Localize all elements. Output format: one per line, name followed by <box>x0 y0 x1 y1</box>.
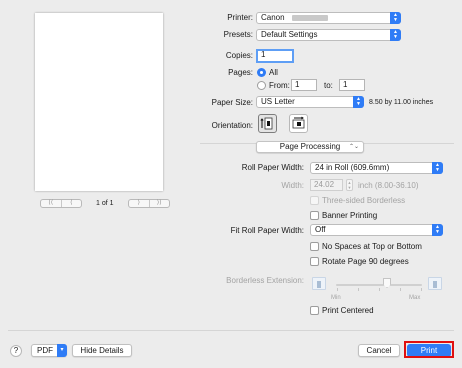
borderless-extension-slider[interactable] <box>336 284 422 286</box>
borderless-max-icon <box>428 277 442 290</box>
banner-printing-label: Banner Printing <box>322 211 378 220</box>
roll-paper-width-select[interactable]: 24 in Roll (609.6mm) ▲ ▼ <box>310 162 443 174</box>
fit-roll-paper-width-select[interactable]: Off ▲ ▼ <box>310 224 443 236</box>
width-label: Width: <box>281 181 304 190</box>
fit-roll-paper-width-value: Off <box>315 225 326 234</box>
rotate-page-checkbox[interactable] <box>310 257 319 266</box>
copies-label: Copies: <box>225 51 253 60</box>
pages-to-label: to: <box>324 81 333 90</box>
footer-divider <box>8 330 454 331</box>
hide-details-button[interactable]: Hide Details <box>72 344 132 357</box>
printer-value: Canon <box>261 13 285 22</box>
slider-thumb[interactable] <box>383 278 391 288</box>
borderless-extension-label: Borderless Extension: <box>226 276 304 285</box>
prev-page-button[interactable]: ⟨ <box>60 200 82 207</box>
section-select[interactable]: Page Processing ⌃⌄ <box>256 141 364 153</box>
pdf-label: PDF <box>37 346 53 355</box>
slider-min-label: Min <box>331 295 341 301</box>
presets-value: Default Settings <box>261 30 318 39</box>
pages-from-label: From: <box>269 81 290 90</box>
no-spaces-checkbox[interactable] <box>310 242 319 251</box>
next-last-page-buttons[interactable]: ⟩ ⟩⟩ <box>128 199 170 208</box>
first-page-button[interactable]: ⟨⟨ <box>41 200 61 207</box>
pages-all-radio[interactable] <box>257 68 266 77</box>
banner-printing-checkbox[interactable] <box>310 211 319 220</box>
chevron-down-icon: ⌃⌄ <box>348 144 359 150</box>
paper-size-select[interactable]: US Letter ▲ ▼ <box>256 96 364 108</box>
paper-dimensions: 8.50 by 11.00 inches <box>369 99 434 106</box>
updown-arrows-icon: ▲ ▼ <box>432 162 443 174</box>
pages-to-field[interactable]: 1 <box>339 79 365 91</box>
last-page-button[interactable]: ⟩⟩ <box>148 200 170 207</box>
highlight-box <box>404 341 454 358</box>
updown-arrows-icon: ▲ ▼ <box>353 96 364 108</box>
print-centered-label: Print Centered <box>322 306 374 315</box>
borderless-min-icon <box>312 277 326 290</box>
orientation-label: Orientation: <box>211 121 253 130</box>
three-sided-borderless-checkbox[interactable] <box>310 196 319 205</box>
roll-paper-width-value: 24 in Roll (609.6mm) <box>315 163 390 172</box>
page-preview <box>35 13 163 191</box>
first-prev-page-buttons[interactable]: ⟨⟨ ⟨ <box>40 199 82 208</box>
no-spaces-label: No Spaces at Top or Bottom <box>322 242 422 251</box>
redacted-printer-model <box>292 15 328 21</box>
pages-from-field[interactable]: 1 <box>291 79 317 91</box>
slider-max-label: Max <box>409 295 421 301</box>
copies-field[interactable]: 1 <box>256 49 294 63</box>
pdf-menu-button[interactable]: PDF ▾ <box>31 344 67 357</box>
section-value: Page Processing <box>279 142 341 151</box>
printer-select[interactable]: Canon ▲ ▼ <box>256 12 401 24</box>
updown-arrows-icon: ▲ ▼ <box>432 224 443 236</box>
printer-label: Printer: <box>227 13 253 22</box>
slider-tick <box>379 288 380 291</box>
fit-roll-paper-width-label: Fit Roll Paper Width: <box>230 226 304 235</box>
width-unit: inch (8.00-36.10) <box>358 181 419 190</box>
presets-select[interactable]: Default Settings ▲ ▼ <box>256 29 401 41</box>
pages-from-radio[interactable] <box>257 81 266 90</box>
slider-tick <box>421 288 422 291</box>
width-field[interactable]: 24.02 <box>310 179 343 191</box>
cancel-button[interactable]: Cancel <box>358 344 400 357</box>
portrait-orientation-button[interactable] <box>258 114 277 133</box>
paper-size-value: US Letter <box>261 97 295 106</box>
paper-size-label: Paper Size: <box>211 98 253 107</box>
page-indicator: 1 of 1 <box>96 200 114 207</box>
three-sided-borderless-label: Three-sided Borderless <box>322 196 406 205</box>
landscape-icon <box>292 116 305 129</box>
presets-label: Presets: <box>223 30 253 39</box>
next-page-button[interactable]: ⟩ <box>129 200 149 207</box>
landscape-orientation-button[interactable] <box>289 114 308 133</box>
roll-paper-width-label: Roll Paper Width: <box>241 163 304 172</box>
slider-tick <box>400 288 401 291</box>
pages-label: Pages: <box>228 68 253 77</box>
help-button[interactable]: ? <box>10 345 22 357</box>
slider-tick <box>358 288 359 291</box>
rotate-page-label: Rotate Page 90 degrees <box>322 257 409 266</box>
pages-all-label: All <box>269 68 278 77</box>
width-stepper[interactable]: ▲ ▼ <box>346 179 353 191</box>
slider-tick <box>337 288 338 291</box>
chevron-down-icon: ▾ <box>57 344 67 357</box>
print-centered-checkbox[interactable] <box>310 306 319 315</box>
portrait-icon <box>260 117 273 130</box>
updown-arrows-icon: ▲ ▼ <box>390 12 401 24</box>
updown-arrows-icon: ▲ ▼ <box>390 29 401 41</box>
